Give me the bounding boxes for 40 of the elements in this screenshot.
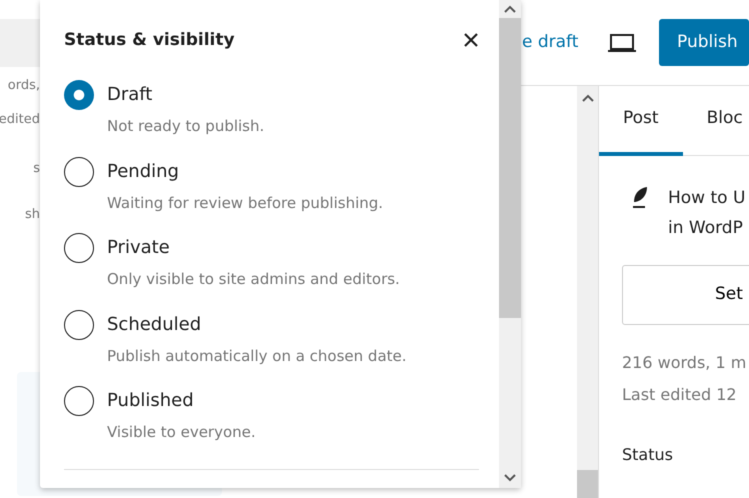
option-description: Not ready to publish.: [107, 116, 264, 137]
radio-button[interactable]: [64, 310, 94, 340]
publish-button[interactable]: Publish: [659, 19, 749, 66]
sidebar-tab[interactable]: Post: [599, 86, 683, 156]
post-title-line: in WordP: [668, 217, 744, 240]
scrollbar[interactable]: [577, 86, 598, 498]
toolbar-background: [0, 19, 40, 67]
option-description: Publish automatically on a chosen date.: [107, 346, 407, 366]
text-fragment: sh: [24, 206, 40, 224]
radio-button[interactable]: [64, 233, 94, 263]
post-stat: Last edited 12: [622, 384, 738, 406]
set-button[interactable]: Set: [622, 265, 749, 325]
option-label: Scheduled: [107, 314, 202, 336]
save-draft-link[interactable]: e draft: [522, 30, 578, 56]
post-title-line: How to U: [668, 187, 746, 210]
scroll-up-icon[interactable]: [504, 5, 516, 13]
option-description: Visible to everyone.: [107, 422, 256, 443]
radio-button[interactable]: [64, 386, 94, 416]
text-fragment: s: [33, 160, 40, 178]
option-label: Published: [107, 390, 194, 412]
option-description: Waiting for review before publishing.: [107, 192, 384, 214]
option-label: Pending: [107, 160, 179, 182]
scrollbar-thumb[interactable]: [499, 18, 521, 318]
preview-icon[interactable]: [607, 32, 637, 52]
status-label: Status: [622, 444, 673, 466]
close-icon[interactable]: [463, 32, 479, 48]
sidebar-tab[interactable]: Bloc: [682, 86, 749, 156]
post-stat: 216 words, 1 m: [622, 352, 748, 374]
feather-icon: [630, 185, 650, 209]
scroll-down-icon[interactable]: [504, 474, 516, 482]
scroll-up-icon[interactable]: [582, 94, 594, 102]
text-fragment: ords,: [8, 77, 40, 95]
scrollbar[interactable]: [499, 0, 521, 488]
radio-button[interactable]: [64, 156, 94, 186]
scrollbar-thumb[interactable]: [577, 470, 598, 498]
radio-button[interactable]: [64, 80, 94, 110]
option-label: Draft: [107, 84, 152, 106]
popover-title: Status & visibility: [64, 30, 235, 50]
option-label: Private: [107, 237, 170, 259]
option-description: Only visible to site admins and editors.: [107, 269, 400, 290]
